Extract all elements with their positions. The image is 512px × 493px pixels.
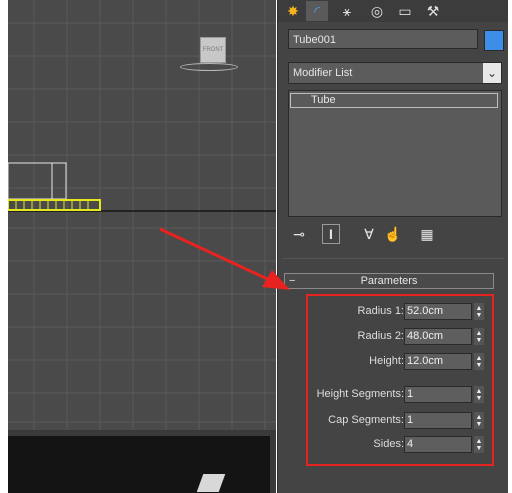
- view-cube-ring: [180, 63, 238, 71]
- create-tab[interactable]: ✸: [282, 1, 304, 21]
- panel-divider: [282, 258, 504, 259]
- modifier-list-label: Modifier List: [293, 67, 353, 79]
- command-panel-tabs: ✸ ◜ ⚹ ◎ ▭ ⚒: [278, 0, 508, 22]
- display-monitor-icon: ▭: [398, 2, 412, 19]
- utilities-tab[interactable]: ⚒: [422, 1, 444, 21]
- parameters-title: Parameters: [360, 275, 418, 287]
- show-end-result-icon[interactable]: I: [322, 224, 340, 244]
- viewport-front[interactable]: FRONT: [8, 0, 276, 430]
- chevron-down-icon[interactable]: ⌄: [483, 63, 501, 83]
- viewport-bottom: [8, 430, 276, 493]
- hierarchy-icon: ⚹: [342, 2, 352, 19]
- configure-sets-icon[interactable]: ▦: [418, 224, 436, 244]
- modify-tab[interactable]: ◜: [306, 1, 328, 21]
- make-unique-icon[interactable]: ∀: [360, 224, 378, 244]
- sun-star-icon: ✸: [287, 2, 299, 19]
- motion-icon: ◎: [370, 2, 384, 19]
- hammer-icon: ⚒: [426, 2, 440, 19]
- object-color-swatch[interactable]: [484, 30, 504, 51]
- annotation-highlight-box: [306, 294, 494, 466]
- object-name-field[interactable]: Tube001: [288, 29, 478, 49]
- pin-stack-icon[interactable]: ⊸: [290, 224, 308, 244]
- display-tab[interactable]: ▭: [394, 1, 416, 21]
- stack-item-tube[interactable]: Tube: [290, 93, 498, 108]
- view-cube[interactable]: FRONT: [180, 37, 240, 73]
- view-cube-label: FRONT: [202, 47, 224, 53]
- modifier-stack: Tube: [288, 90, 502, 217]
- stack-toolbar: ⊸ I ∀ ☝ ▦: [288, 224, 502, 246]
- modifier-list-dropdown[interactable]: Modifier List ⌄: [288, 62, 502, 84]
- motion-tab[interactable]: ◎: [366, 1, 388, 21]
- small-cube-icon: [196, 474, 226, 492]
- hierarchy-tab[interactable]: ⚹: [336, 1, 358, 21]
- modify-arc-icon: ◜: [314, 2, 320, 19]
- parameters-rollout-header[interactable]: − Parameters: [284, 273, 494, 289]
- remove-modifier-icon[interactable]: ☝: [384, 224, 402, 244]
- time-slider-area[interactable]: [8, 436, 270, 493]
